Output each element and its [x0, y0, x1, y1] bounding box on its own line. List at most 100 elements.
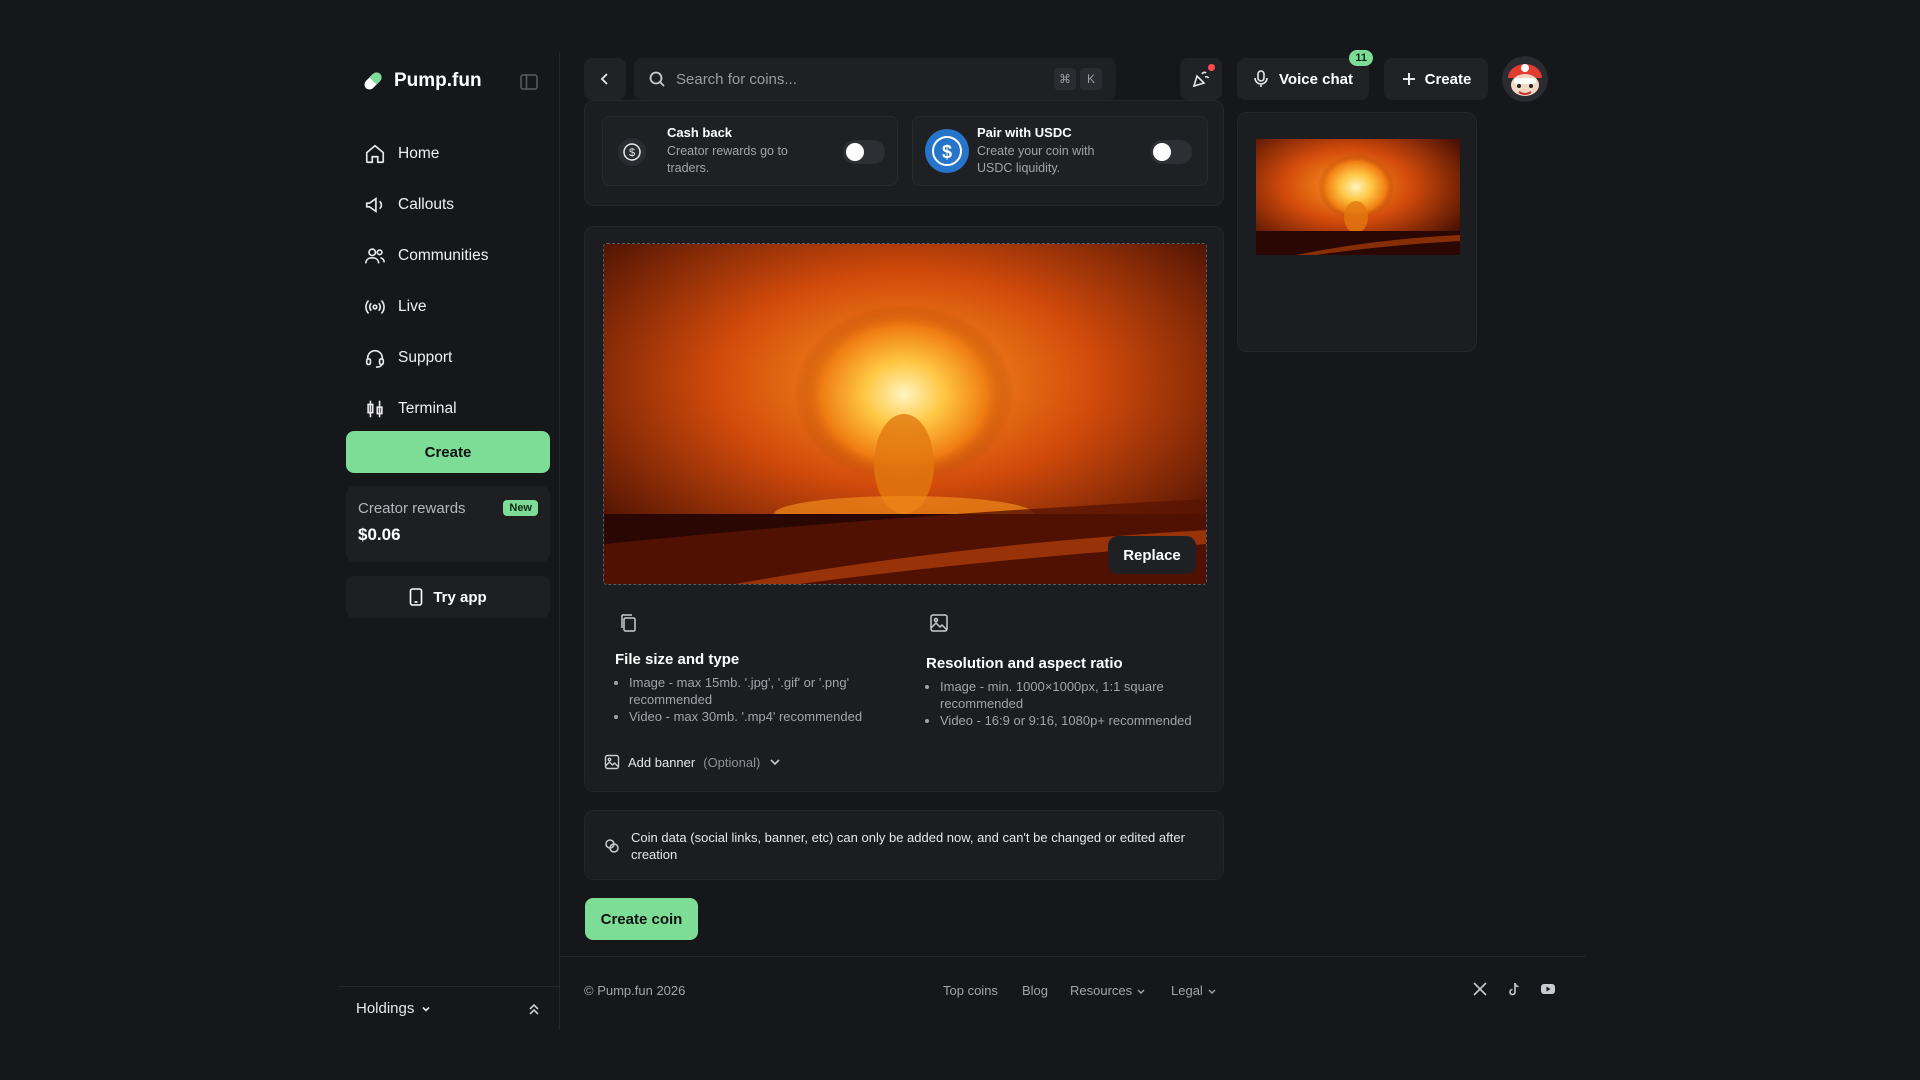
candlestick-icon [367, 400, 383, 417]
search-icon [649, 71, 665, 87]
shortcut-k-key: K [1080, 68, 1102, 90]
header-create-button[interactable]: Create [1384, 58, 1488, 100]
header-create-label: Create [1424, 70, 1472, 88]
add-banner-toggle[interactable]: Add banner (Optional) [604, 754, 782, 770]
footer-link-label: Resources [1070, 983, 1133, 998]
notification-dot [1208, 64, 1215, 71]
sidebar-item-label: Home [398, 144, 440, 162]
svg-text:$: $ [629, 147, 635, 159]
chevron-left-icon [600, 73, 608, 85]
sidebar-item-label: Callouts [398, 195, 454, 213]
footer: © Pump.fun 2026 Top coins Blog Resources… [560, 956, 1586, 1016]
footer-link-blog[interactable]: Blog [1022, 983, 1048, 998]
cashback-description: Creator rewards go to traders. [667, 144, 788, 175]
holdings-bar: Holdings [338, 986, 560, 1030]
tiktok-icon[interactable] [1506, 981, 1522, 997]
voice-chat-count-badge: 11 [1349, 50, 1373, 66]
replace-button[interactable]: Replace [1108, 536, 1196, 574]
sidebar-item-label: Live [398, 297, 427, 315]
microphone-icon [1254, 70, 1268, 87]
uploaded-image[interactable]: Replace [603, 243, 1207, 585]
broadcast-icon [365, 299, 385, 314]
footer-link-top-coins[interactable]: Top coins [943, 983, 998, 998]
usdc-toggle[interactable] [1150, 140, 1192, 164]
search-input[interactable] [676, 70, 1036, 88]
sidebar-nav: Home Callouts Communities Live Support T… [362, 128, 552, 434]
footer-link-legal[interactable]: Legal [1171, 983, 1217, 998]
link-icon [605, 839, 619, 853]
rewards-value: $0.06 [358, 525, 401, 544]
chevron-down-icon [1208, 989, 1216, 994]
image-frame-icon [930, 614, 948, 632]
sidebar-item-label: Support [398, 348, 453, 366]
sidebar-item-terminal[interactable]: Terminal [362, 383, 552, 434]
explosion-preview-icon [1256, 139, 1460, 255]
headset-icon [365, 349, 385, 368]
sidebar-item-callouts[interactable]: Callouts [362, 179, 552, 230]
creator-rewards-card[interactable]: Creator rewards New $0.06 [346, 486, 550, 562]
explosion-image-icon [604, 244, 1206, 584]
users-icon [365, 247, 385, 263]
usdc-card: $ Pair with USDC Create your coin with U… [912, 116, 1208, 186]
sidebar-item-label: Communities [398, 246, 489, 264]
sidebar-item-communities[interactable]: Communities [362, 230, 552, 281]
back-button[interactable] [584, 58, 626, 100]
avatar-icon [1502, 56, 1548, 102]
chevron-down-icon [770, 759, 780, 766]
try-app-button[interactable]: Try app [346, 576, 550, 618]
phone-icon [410, 588, 423, 606]
resolution-item: Video - 16:9 or 9:16, 1080p+ recommended [940, 712, 1196, 729]
preview-image [1256, 139, 1460, 255]
resolution-title: Resolution and aspect ratio [926, 655, 1123, 672]
double-chevron-up-icon[interactable] [526, 1001, 542, 1017]
svg-text:$: $ [942, 142, 952, 162]
voice-chat-button[interactable]: Voice chat 11 [1237, 50, 1373, 100]
megaphone-icon [365, 196, 383, 213]
sidebar-item-live[interactable]: Live [362, 281, 552, 332]
file-size-list: Image - max 15mb. '.jpg', '.gif' or '.pn… [615, 674, 885, 725]
user-avatar[interactable] [1502, 56, 1548, 102]
sidebar-item-home[interactable]: Home [362, 128, 552, 179]
usdc-title: Pair with USDC [977, 125, 1072, 140]
new-badge: New [503, 500, 538, 516]
usdc-icon: $ [925, 129, 969, 173]
cashback-card: $ Cash back Creator rewards go to trader… [602, 116, 898, 186]
file-size-title: File size and type [615, 651, 740, 668]
footer-link-resources[interactable]: Resources [1070, 983, 1146, 998]
notice-box: Coin data (social links, banner, etc) ca… [584, 810, 1224, 880]
holdings-label: Holdings [356, 1000, 415, 1017]
notifications-button[interactable] [1180, 58, 1222, 100]
search-bar[interactable]: ⌘ K [634, 58, 1116, 100]
party-popper-icon [1192, 71, 1210, 88]
notice-text: Coin data (social links, banner, etc) ca… [631, 830, 1185, 862]
plus-icon [1402, 73, 1415, 85]
create-coin-button[interactable]: Create coin [585, 898, 698, 940]
footer-copyright: © Pump.fun 2026 [584, 983, 686, 998]
file-size-item: Image - max 15mb. '.jpg', '.gif' or '.pn… [629, 674, 885, 708]
shortcut-cmd-key: ⌘ [1054, 68, 1076, 90]
file-copy-icon [621, 614, 636, 632]
image-icon [604, 754, 620, 770]
home-icon [365, 144, 385, 163]
usdc-description: Create your coin with USDC liquidity. [977, 144, 1095, 175]
resolution-item: Image - min. 1000×1000px, 1:1 square rec… [940, 678, 1196, 712]
sidebar-create-button[interactable]: Create [346, 431, 550, 473]
youtube-icon[interactable] [1540, 981, 1556, 997]
preview-panel [1237, 112, 1477, 352]
sidebar-item-support[interactable]: Support [362, 332, 552, 383]
dollar-circle-icon: $ [618, 138, 646, 166]
chevron-down-icon [1137, 989, 1145, 994]
brand-name: Pump.fun [394, 70, 482, 91]
brand[interactable]: Pump.fun [360, 68, 482, 94]
resolution-list: Image - min. 1000×1000px, 1:1 square rec… [926, 678, 1196, 729]
sidebar: Pump.fun Home Callouts Communities Live … [338, 52, 560, 1030]
cashback-toggle[interactable] [843, 140, 885, 164]
add-banner-label: Add banner [628, 754, 696, 770]
footer-link-label: Legal [1171, 983, 1203, 998]
x-twitter-icon[interactable] [1472, 981, 1488, 997]
add-banner-optional: (Optional) [703, 754, 761, 770]
pill-logo-icon [364, 72, 382, 90]
sidebar-collapse-icon[interactable] [520, 74, 538, 90]
holdings-toggle[interactable]: Holdings [356, 1000, 432, 1017]
file-size-item: Video - max 30mb. '.mp4' recommended [629, 708, 885, 725]
